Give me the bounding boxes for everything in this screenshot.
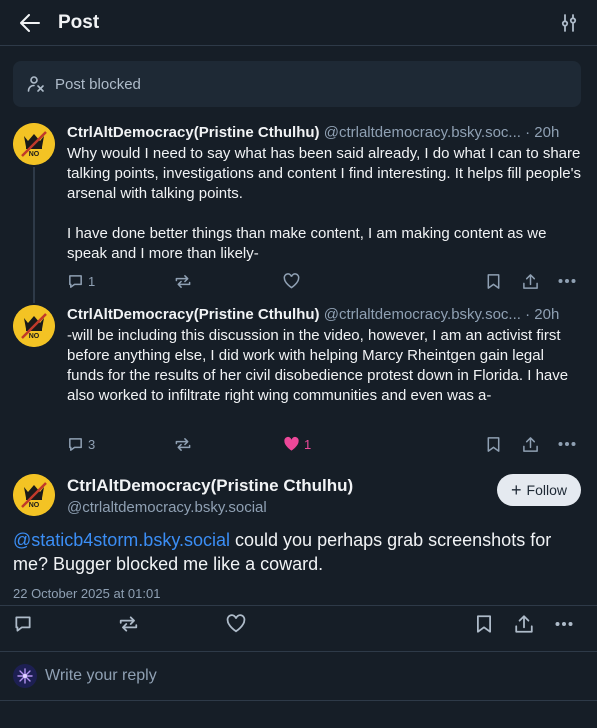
thread-post[interactable]: NO CtrlAltDemocracy(Pristine Cthulhu) @c… bbox=[13, 123, 583, 293]
reply-button[interactable]: 3 bbox=[67, 436, 95, 453]
more-options-button[interactable] bbox=[554, 621, 574, 627]
ellipsis-icon bbox=[555, 622, 573, 626]
share-icon bbox=[523, 273, 538, 289]
reply-count: 3 bbox=[88, 436, 96, 452]
page-title: Post bbox=[58, 11, 100, 33]
reply-icon bbox=[69, 437, 82, 451]
share-button[interactable] bbox=[522, 273, 539, 290]
bookmark-icon bbox=[487, 273, 500, 289]
post-time: · 20h bbox=[525, 306, 560, 323]
more-options-button[interactable] bbox=[558, 441, 576, 447]
bookmark-button[interactable] bbox=[475, 614, 493, 634]
avatar[interactable]: NO bbox=[13, 305, 55, 347]
like-button[interactable]: 1 bbox=[283, 436, 311, 452]
avatar[interactable]: NO bbox=[13, 474, 55, 516]
svg-text:NO: NO bbox=[29, 502, 40, 509]
reply-button[interactable]: 1 bbox=[67, 273, 95, 290]
reply-icon bbox=[15, 616, 31, 632]
bookmark-icon bbox=[477, 615, 492, 633]
like-button[interactable] bbox=[226, 614, 246, 633]
more-options-button[interactable] bbox=[558, 278, 576, 284]
post-text: Why would I need to say what has been sa… bbox=[67, 145, 582, 262]
repost-icon bbox=[119, 616, 138, 632]
like-button[interactable] bbox=[283, 273, 300, 289]
thread-post[interactable]: NO CtrlAltDemocracy(Pristine Cthulhu) @c… bbox=[13, 305, 583, 465]
author-handle[interactable]: @ctrlaltdemocracy.bsky.soc... bbox=[324, 124, 521, 141]
repost-button[interactable] bbox=[174, 273, 192, 290]
author-handle[interactable]: @ctrlaltdemocracy.bsky.social bbox=[67, 499, 267, 516]
author-name[interactable]: CtrlAltDemocracy(Pristine Cthulhu) bbox=[67, 476, 353, 496]
reply-button[interactable] bbox=[13, 614, 33, 634]
repost-button[interactable] bbox=[118, 614, 139, 634]
svg-text:NO: NO bbox=[29, 333, 40, 340]
post-meta: CtrlAltDemocracy(Pristine Cthulhu) @ctrl… bbox=[67, 123, 583, 143]
svg-text:NO: NO bbox=[29, 151, 40, 158]
share-button[interactable] bbox=[522, 436, 539, 453]
ellipsis-icon bbox=[558, 442, 576, 446]
follow-label: Follow bbox=[526, 482, 567, 498]
main-post-text: @staticb4storm.bsky.social could you per… bbox=[13, 528, 583, 576]
share-icon bbox=[523, 436, 538, 452]
thread-settings-icon[interactable] bbox=[559, 13, 579, 33]
reply-composer[interactable]: Write your reply bbox=[13, 664, 157, 688]
blocked-post-notice: Post blocked bbox=[13, 61, 581, 107]
post-date: 22 October 2025 at 01:01 bbox=[13, 586, 161, 601]
bookmark-button[interactable] bbox=[486, 273, 501, 290]
reply-count: 1 bbox=[88, 273, 96, 289]
like-count: 1 bbox=[304, 436, 312, 452]
avatar[interactable]: NO bbox=[13, 123, 55, 165]
heart-icon bbox=[226, 614, 246, 633]
reply-icon bbox=[69, 274, 82, 288]
repost-icon bbox=[175, 437, 191, 451]
plus-icon: + bbox=[511, 480, 522, 500]
user-avatar bbox=[13, 664, 37, 688]
post-meta: CtrlAltDemocracy(Pristine Cthulhu) @ctrl… bbox=[67, 305, 583, 325]
author-handle[interactable]: @ctrlaltdemocracy.bsky.soc... bbox=[324, 306, 521, 323]
back-arrow-icon[interactable] bbox=[18, 11, 42, 35]
ellipsis-icon bbox=[558, 279, 576, 283]
mention-link[interactable]: @staticb4storm.bsky.social bbox=[13, 530, 230, 550]
repost-icon bbox=[175, 274, 191, 288]
divider bbox=[0, 605, 597, 606]
reply-placeholder[interactable]: Write your reply bbox=[45, 667, 157, 685]
divider bbox=[0, 700, 597, 701]
repost-button[interactable] bbox=[174, 436, 192, 453]
follow-button[interactable]: + Follow bbox=[497, 474, 581, 506]
heart-icon bbox=[283, 273, 300, 289]
sparkle-icon bbox=[17, 668, 33, 684]
bookmark-button[interactable] bbox=[486, 436, 501, 453]
share-button[interactable] bbox=[514, 614, 534, 634]
blocked-label: Post blocked bbox=[55, 75, 141, 93]
bookmark-icon bbox=[487, 436, 500, 452]
post-text: -will be including this discussion in th… bbox=[67, 327, 573, 404]
top-bar: Post bbox=[0, 0, 597, 46]
divider bbox=[0, 651, 597, 652]
post-time: · 20h bbox=[525, 124, 560, 141]
author-name[interactable]: CtrlAltDemocracy(Pristine Cthulhu) bbox=[67, 306, 320, 323]
author-name[interactable]: CtrlAltDemocracy(Pristine Cthulhu) bbox=[67, 124, 320, 141]
blocked-user-icon bbox=[27, 76, 44, 92]
heart-filled-icon bbox=[284, 436, 299, 451]
share-icon bbox=[515, 615, 533, 633]
main-post-actions bbox=[13, 614, 583, 636]
